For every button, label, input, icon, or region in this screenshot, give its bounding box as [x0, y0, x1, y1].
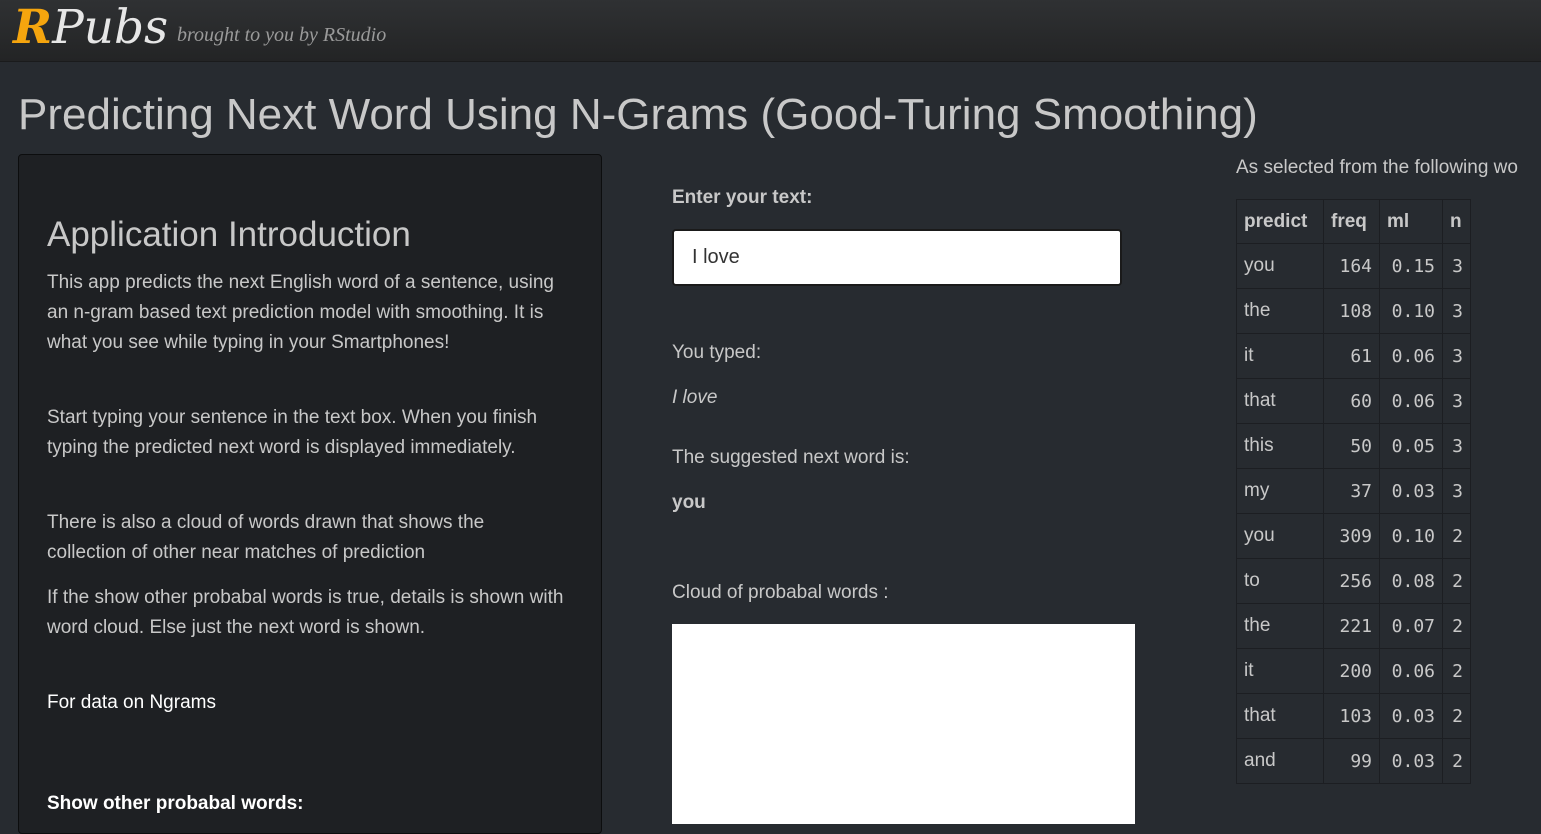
column-header: freq — [1323, 199, 1380, 244]
suggested-word: you — [672, 492, 706, 513]
table-cell-predict: it — [1236, 333, 1324, 379]
table-cell-predict: you — [1236, 513, 1324, 559]
table-cell-ml: 0.10 — [1379, 288, 1443, 334]
table-cell-predict: and — [1236, 738, 1324, 784]
table-header-row: predict freq ml n — [1236, 199, 1471, 244]
table-cell-predict: the — [1236, 603, 1324, 649]
table-cell-freq: 200 — [1323, 648, 1380, 694]
intro-paragraph-2: Start typing your sentence in the text b… — [47, 407, 538, 458]
table-cell-n: 3 — [1442, 243, 1471, 289]
table-cell-freq: 108 — [1323, 288, 1380, 334]
table-cell-freq: 61 — [1323, 333, 1380, 379]
tagline: brought to you by RStudio — [177, 24, 387, 46]
table-cell-ml: 0.03 — [1379, 693, 1443, 739]
table-row: this 50 0.05 3 — [1236, 423, 1471, 469]
table-row: and 99 0.03 2 — [1236, 738, 1471, 784]
table-cell-n: 2 — [1442, 738, 1471, 784]
table-row: the 221 0.07 2 — [1236, 603, 1471, 649]
table-cell-n: 3 — [1442, 288, 1471, 334]
table-row: my 37 0.03 3 — [1236, 468, 1471, 514]
column-header: predict — [1236, 199, 1324, 244]
intro-paragraph-4: If the show other probabal words is true… — [47, 587, 564, 638]
table-body: you 164 0.15 3 the 108 0.10 3 it 61 0.06 3 that 60 0.0… — [1236, 243, 1471, 784]
page-title: Predicting Next Word Using N-Grams (Good… — [18, 90, 1258, 139]
table-cell-freq: 164 — [1323, 243, 1380, 289]
table-cell-n: 3 — [1442, 468, 1471, 514]
ngrams-data-link[interactable]: For data on Ngrams — [47, 688, 567, 718]
table-cell-predict: that — [1236, 378, 1324, 424]
table-cell-freq: 256 — [1323, 558, 1380, 604]
table-row: you 309 0.10 2 — [1236, 513, 1471, 559]
table-cell-n: 2 — [1442, 558, 1471, 604]
table-row: the 108 0.10 3 — [1236, 288, 1471, 334]
table-row: that 60 0.06 3 — [1236, 378, 1471, 424]
table-cell-freq: 309 — [1323, 513, 1380, 559]
table-row: you 164 0.15 3 — [1236, 243, 1471, 289]
table-cell-predict: that — [1236, 693, 1324, 739]
table-cell-n: 2 — [1442, 603, 1471, 649]
table-cell-predict: it — [1236, 648, 1324, 694]
table-cell-freq: 103 — [1323, 693, 1380, 739]
table-cell-ml: 0.10 — [1379, 513, 1443, 559]
table-cell-ml: 0.03 — [1379, 468, 1443, 514]
table-row: to 256 0.08 2 — [1236, 558, 1471, 604]
table-cell-n: 3 — [1442, 333, 1471, 379]
table-cell-freq: 221 — [1323, 603, 1380, 649]
table-row: it 200 0.06 2 — [1236, 648, 1471, 694]
table-cell-ml: 0.08 — [1379, 558, 1443, 604]
table-row: that 103 0.03 2 — [1236, 693, 1471, 739]
prediction-table: predict freq ml n you 164 0.15 3 the 108 0.10 3… — [1236, 199, 1471, 784]
typed-label: You typed: — [672, 342, 762, 363]
input-label: Enter your text: — [672, 187, 813, 208]
rpubs-logo[interactable]: RPubs — [13, 0, 168, 58]
sidebar-heading: Application Introduction — [47, 215, 411, 254]
table-cell-ml: 0.06 — [1379, 648, 1443, 694]
table-cell-n: 3 — [1442, 378, 1471, 424]
intro-paragraph-1: This app predicts the next English word … — [47, 272, 554, 353]
table-cell-ml: 0.07 — [1379, 603, 1443, 649]
table-cell-n: 3 — [1442, 423, 1471, 469]
text-input[interactable] — [672, 229, 1122, 286]
table-cell-predict: you — [1236, 243, 1324, 289]
word-cloud-plot — [672, 624, 1135, 824]
table-cell-ml: 0.03 — [1379, 738, 1443, 784]
table-cell-n: 2 — [1442, 648, 1471, 694]
table-cell-predict: to — [1236, 558, 1324, 604]
table-cell-ml: 0.06 — [1379, 378, 1443, 424]
table-cell-freq: 50 — [1323, 423, 1380, 469]
table-cell-predict: this — [1236, 423, 1324, 469]
table-cell-n: 2 — [1442, 693, 1471, 739]
table-cell-ml: 0.15 — [1379, 243, 1443, 289]
table-cell-predict: the — [1236, 288, 1324, 334]
cloud-label: Cloud of probabal words : — [672, 582, 889, 603]
table-cell-predict: my — [1236, 468, 1324, 514]
table-cell-ml: 0.05 — [1379, 423, 1443, 469]
table-cell-freq: 60 — [1323, 378, 1380, 424]
table-caption: As selected from the following wo — [1236, 157, 1518, 178]
column-header: n — [1442, 199, 1471, 244]
column-header: ml — [1379, 199, 1443, 244]
table-cell-ml: 0.06 — [1379, 333, 1443, 379]
table-cell-n: 2 — [1442, 513, 1471, 559]
table-row: it 61 0.06 3 — [1236, 333, 1471, 379]
table-cell-freq: 99 — [1323, 738, 1380, 784]
sidebar-panel: Application Introduction This app predic… — [18, 154, 602, 834]
table-cell-freq: 37 — [1323, 468, 1380, 514]
suggestion-label: The suggested next word is: — [672, 447, 910, 468]
top-navbar: RPubs brought to you by RStudio — [0, 0, 1541, 62]
intro-paragraph-3: There is also a cloud of words drawn tha… — [47, 512, 485, 563]
show-other-words-label: Show other probabal words: — [47, 793, 304, 814]
typed-value: I love — [672, 387, 718, 408]
